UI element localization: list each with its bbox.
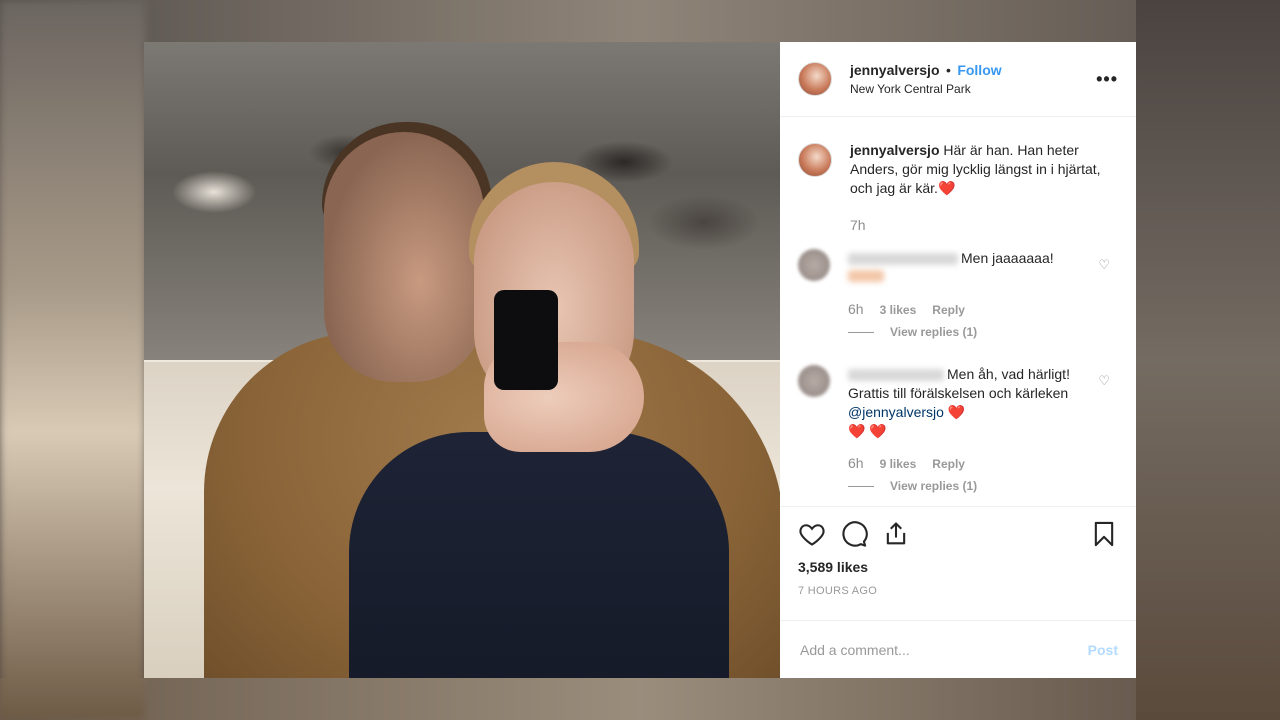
background-left xyxy=(0,0,145,720)
post-timestamp: 7 HOURS AGO xyxy=(798,585,878,597)
reply-button[interactable]: Reply xyxy=(932,303,965,317)
comment: Men jaaaaaaa! ♡ xyxy=(798,249,1118,287)
post-button[interactable]: Post xyxy=(1088,642,1118,658)
heart-emoji: ❤️ xyxy=(937,180,956,196)
caption-username[interactable]: jennyalversjo xyxy=(850,142,940,158)
comment: Men åh, vad härligt! Grattis till föräls… xyxy=(798,365,1118,441)
blurred-username xyxy=(848,253,958,266)
reply-button[interactable]: Reply xyxy=(932,457,965,471)
comment-input[interactable] xyxy=(798,640,1088,659)
like-count[interactable]: 3,589 likes xyxy=(798,559,1118,575)
blurred-username xyxy=(848,369,944,382)
comment-likes[interactable]: 9 likes xyxy=(880,457,917,471)
bookmark-icon[interactable] xyxy=(1090,520,1118,548)
background-top xyxy=(0,0,1280,42)
caption: jennyalversjo Här är han. Han heter Ande… xyxy=(798,141,1118,235)
heart-emojis: ❤️ ❤️ xyxy=(848,423,887,439)
follow-button[interactable]: Follow xyxy=(957,62,1001,78)
avatar[interactable] xyxy=(798,249,830,281)
background-right xyxy=(1136,0,1280,720)
view-replies-button[interactable]: View replies (1) xyxy=(848,325,1118,339)
location-link[interactable]: New York Central Park xyxy=(850,80,1002,98)
comment-time: 6h xyxy=(848,301,864,317)
phone xyxy=(494,290,558,390)
blurred-emoji xyxy=(848,270,884,282)
woman-jacket xyxy=(349,432,729,678)
share-icon[interactable] xyxy=(882,520,910,548)
post-header: jennyalversjo • Follow New York Central … xyxy=(780,42,1136,117)
more-icon[interactable]: ••• xyxy=(1096,69,1118,90)
comment-meta: 6h 9 likes Reply xyxy=(848,455,1118,471)
heart-emoji: ❤️ xyxy=(947,404,966,420)
view-replies-button[interactable]: View replies (1) xyxy=(848,479,1118,493)
heart-icon[interactable] xyxy=(798,520,826,548)
caption-time: 7h xyxy=(850,217,866,233)
add-comment-bar: Post xyxy=(780,620,1136,678)
avatar[interactable] xyxy=(798,143,832,177)
instagram-post: jennyalversjo • Follow New York Central … xyxy=(144,42,1136,678)
avatar[interactable] xyxy=(798,62,832,96)
avatar[interactable] xyxy=(798,365,830,397)
comment-icon[interactable] xyxy=(840,520,868,548)
man-head xyxy=(324,132,484,382)
comments-list: jennyalversjo Här är han. Han heter Ande… xyxy=(780,117,1136,506)
username-link[interactable]: jennyalversjo xyxy=(850,62,940,78)
post-photo[interactable] xyxy=(144,42,780,678)
action-bar: 3,589 likes 7 HOURS AGO xyxy=(780,506,1136,620)
small-heart-icon[interactable]: ♡ xyxy=(1098,257,1110,273)
small-heart-icon[interactable]: ♡ xyxy=(1098,373,1110,389)
comment-likes[interactable]: 3 likes xyxy=(880,303,917,317)
post-sidebar: jennyalversjo • Follow New York Central … xyxy=(780,42,1136,678)
background-bottom xyxy=(0,678,1280,720)
comment-text: Men jaaaaaaa! xyxy=(961,250,1054,266)
comment-time: 6h xyxy=(848,455,864,471)
mention-link[interactable]: @jennyalversjo xyxy=(848,404,944,420)
comment-meta: 6h 3 likes Reply xyxy=(848,301,1118,317)
